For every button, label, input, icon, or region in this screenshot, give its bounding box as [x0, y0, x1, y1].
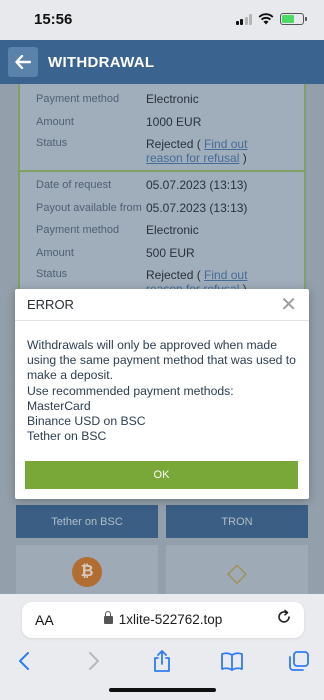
url-display[interactable]: 1xlite-522762.top: [22, 611, 304, 627]
ok-button[interactable]: OK: [25, 461, 298, 489]
bookmarks-icon[interactable]: [217, 646, 247, 676]
dialog-title: ERROR: [27, 297, 74, 312]
dialog-header: ERROR ✕: [15, 289, 309, 321]
tabs-icon[interactable]: [284, 646, 314, 676]
browser-toolbar: AA 1xlite-522762.top: [0, 594, 324, 700]
close-icon[interactable]: ✕: [280, 295, 297, 315]
message-line: Use recommended payment methods:: [27, 383, 234, 398]
lock-icon: [103, 611, 113, 624]
url-text: 1xlite-522762.top: [118, 612, 223, 627]
page-title: WITHDRAWAL: [48, 53, 155, 71]
arrow-left-icon: [15, 55, 31, 69]
message-line: Tether on BSC: [27, 429, 107, 444]
battery-charging-icon: [280, 13, 307, 25]
error-dialog: ERROR ✕ Withdrawals will only be approve…: [15, 289, 309, 499]
dialog-message: Withdrawals will only be approved when m…: [15, 321, 309, 444]
reload-icon[interactable]: [276, 609, 292, 625]
browser-nav: [0, 646, 324, 676]
message-line: Withdrawals will only be approved when m…: [27, 338, 296, 383]
message-line: Binance USD on BSC: [27, 414, 146, 429]
back-icon[interactable]: [9, 646, 39, 676]
status-time: 15:56: [34, 11, 73, 28]
home-indicator: [109, 688, 216, 692]
back-button[interactable]: [8, 47, 38, 77]
status-bar: 15:56: [0, 0, 324, 40]
message-line: MasterCard: [27, 398, 91, 413]
status-icons: [235, 13, 307, 25]
wifi-icon: [258, 13, 274, 25]
address-bar[interactable]: AA 1xlite-522762.top: [22, 602, 304, 638]
share-icon[interactable]: [147, 646, 177, 676]
cellular-signal-icon: [235, 13, 252, 25]
app-header: WITHDRAWAL: [0, 40, 324, 84]
forward-icon[interactable]: [79, 646, 109, 676]
